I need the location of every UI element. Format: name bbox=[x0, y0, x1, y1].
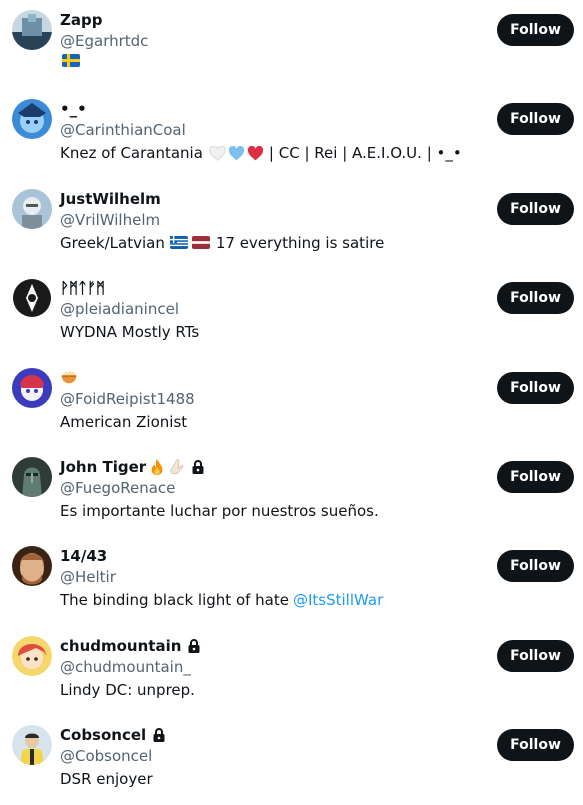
avatar[interactable] bbox=[12, 188, 52, 229]
follow-button[interactable]: Follow bbox=[497, 282, 574, 315]
user-bio bbox=[60, 54, 82, 67]
avatar[interactable] bbox=[12, 635, 52, 676]
list-item[interactable]: 14/43 @Heltir The binding black light of… bbox=[0, 536, 583, 625]
follow-button[interactable]: Follow bbox=[497, 371, 574, 404]
red-heart-icon bbox=[247, 145, 264, 161]
follow-button[interactable]: Follow bbox=[497, 550, 574, 583]
list-item[interactable]: ᚹᛗᛏᚠᛗ @pleiadianincel WYDNA Mostly RTs F… bbox=[0, 268, 583, 357]
bio-text-continued: | CC | Rei | A.E.I.O.U. | •_• bbox=[268, 144, 462, 163]
praying-hands-icon bbox=[170, 459, 184, 475]
bio-text: Greek/Latvian bbox=[60, 233, 165, 252]
bio-text: The binding black light of hate bbox=[60, 591, 289, 610]
follow-button[interactable]: Follow bbox=[497, 192, 574, 225]
user-name[interactable]: John Tiger bbox=[60, 457, 205, 477]
user-handle[interactable]: @chudmountain_ bbox=[60, 657, 191, 677]
lock-icon bbox=[153, 728, 165, 743]
avatar[interactable] bbox=[12, 725, 52, 766]
user-bio: Es importante luchar por nuestros sueños… bbox=[60, 501, 379, 520]
sweden-flag-icon bbox=[62, 54, 80, 67]
noodle-bowl-icon bbox=[61, 370, 77, 383]
lock-icon bbox=[192, 460, 204, 474]
user-bio: DSR enjoyer bbox=[60, 770, 153, 789]
user-handle[interactable]: @Cobsoncel bbox=[60, 746, 152, 766]
user-handle[interactable]: @CarinthianCoal bbox=[60, 120, 186, 140]
user-name[interactable] bbox=[60, 368, 78, 386]
user-handle[interactable]: @Heltir bbox=[60, 567, 116, 587]
fire-icon bbox=[151, 458, 163, 476]
lock-icon bbox=[188, 638, 200, 653]
user-handle[interactable]: @FoidReipist1488 bbox=[60, 389, 195, 409]
bio-text: Knez of Carantania bbox=[60, 144, 203, 163]
user-bio: The binding black light of hate @ItsStil… bbox=[60, 590, 383, 610]
avatar[interactable] bbox=[12, 456, 52, 497]
user-handle[interactable]: @Egarhrtdc bbox=[60, 31, 148, 51]
avatar[interactable] bbox=[12, 10, 52, 50]
blue-heart-icon bbox=[228, 145, 245, 161]
list-item[interactable]: JustWilhelm @VrilWilhelm Greek/Latvian 1… bbox=[0, 179, 583, 268]
user-bio: WYDNA Mostly RTs bbox=[60, 323, 200, 342]
user-name[interactable]: ᚹᛗᛏᚠᛗ bbox=[60, 278, 105, 298]
follow-button[interactable]: Follow bbox=[497, 460, 574, 493]
white-heart-icon bbox=[209, 145, 226, 161]
list-item[interactable]: @FoidReipist1488 American Zionist Follow bbox=[0, 358, 583, 447]
list-item[interactable]: •_• @CarinthianCoal Knez of Carantania |… bbox=[0, 89, 583, 178]
avatar[interactable] bbox=[12, 367, 52, 408]
greece-flag-icon bbox=[169, 236, 188, 250]
follow-suggestions-list: Zapp @Egarhrtdc Follow •_• @CarinthianCo… bbox=[0, 0, 583, 805]
follow-button[interactable]: Follow bbox=[497, 103, 574, 136]
avatar[interactable] bbox=[12, 278, 52, 319]
user-name[interactable]: Zapp bbox=[60, 10, 102, 30]
avatar[interactable] bbox=[12, 546, 52, 587]
user-name[interactable]: JustWilhelm bbox=[60, 189, 161, 209]
user-handle[interactable]: @pleiadianincel bbox=[60, 299, 179, 319]
bio-text-continued: 17 everything is satire bbox=[215, 233, 385, 252]
user-handle[interactable]: @FuegoRenace bbox=[60, 478, 175, 498]
list-item[interactable]: Cobsoncel @Cobsoncel DSR enjoyer Follow bbox=[0, 715, 583, 804]
latvia-flag-icon bbox=[191, 236, 210, 250]
follow-button[interactable]: Follow bbox=[497, 14, 574, 46]
user-bio: Lindy DC: unprep. bbox=[60, 680, 195, 699]
follow-button[interactable]: Follow bbox=[497, 639, 574, 672]
user-name[interactable]: 14/43 bbox=[60, 546, 107, 566]
avatar[interactable] bbox=[12, 99, 52, 140]
user-bio: Knez of Carantania | CC | Rei | A.E.I.O.… bbox=[60, 143, 462, 163]
follow-button[interactable]: Follow bbox=[497, 729, 574, 762]
user-name[interactable]: chudmountain bbox=[60, 636, 201, 656]
list-item[interactable]: chudmountain @chudmountain_ Lindy DC: un… bbox=[0, 626, 583, 715]
user-bio: American Zionist bbox=[60, 412, 188, 431]
user-name[interactable]: Cobsoncel bbox=[60, 725, 166, 745]
user-bio: Greek/Latvian 17 everything is satire bbox=[60, 233, 384, 253]
user-name[interactable]: •_• bbox=[60, 99, 87, 119]
list-item[interactable]: John Tiger @FuegoRenace Es importante lu… bbox=[0, 447, 583, 536]
user-handle[interactable]: @VrilWilhelm bbox=[60, 210, 160, 230]
list-item[interactable]: Zapp @Egarhrtdc Follow bbox=[0, 0, 583, 89]
mention-link[interactable]: @ItsStillWar bbox=[293, 590, 383, 610]
